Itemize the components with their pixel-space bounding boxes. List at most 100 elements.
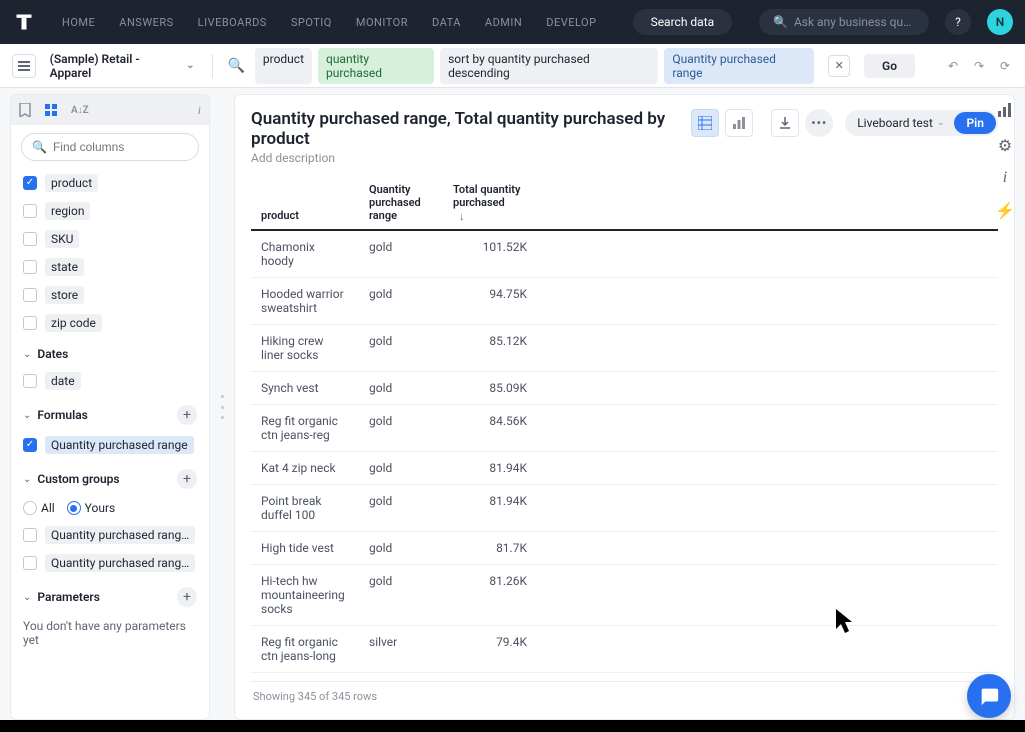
radio-yours[interactable]: Yours	[67, 501, 116, 515]
search-data-button[interactable]: Search data	[633, 9, 733, 35]
table-row[interactable]: Synch vestgold85.09K	[251, 371, 998, 404]
section-custom-groups[interactable]: ⌄ Custom groups +	[21, 459, 199, 495]
search-pill[interactable]: sort by quantity purchased descending	[440, 48, 658, 84]
column-item[interactable]: Quantity purchased rang…	[21, 549, 199, 577]
table-row[interactable]: Relax fit organic ctn jeans-regsilver79.…	[251, 672, 998, 682]
table-row[interactable]: Chamonix hoodygold101.52K	[251, 230, 998, 278]
nav-link-home[interactable]: HOME	[52, 10, 105, 35]
table-row[interactable]: Reg fit organic ctn jeans-longsilver79.4…	[251, 625, 998, 672]
chat-button[interactable]	[967, 674, 1011, 718]
nav-link-liveboards[interactable]: LIVEBOARDS	[188, 10, 277, 35]
nav-link-admin[interactable]: ADMIN	[475, 10, 532, 35]
column-item[interactable]: store	[21, 281, 199, 309]
search-pill[interactable]: quantity purchased	[318, 48, 434, 84]
clear-search-button[interactable]: ✕	[828, 55, 850, 77]
nav-link-data[interactable]: DATA	[422, 10, 471, 35]
spotiq-icon[interactable]: ⚡	[995, 201, 1015, 220]
col-header-range[interactable]: Quantity purchased range	[359, 177, 443, 230]
table-row[interactable]: Hooded warrior sweatshirtgold94.75K	[251, 277, 998, 324]
avatar[interactable]: N	[987, 9, 1013, 35]
table-row[interactable]: Kat 4 zip neckgold81.94K	[251, 451, 998, 484]
checkbox[interactable]	[23, 260, 37, 274]
answer-title[interactable]: Quantity purchased range, Total quantity…	[251, 109, 691, 149]
answer-description[interactable]: Add description	[251, 151, 691, 165]
checkbox[interactable]	[23, 556, 37, 570]
find-columns-field[interactable]	[53, 140, 188, 154]
checkbox[interactable]	[23, 438, 37, 452]
app-logo-icon[interactable]	[12, 10, 36, 34]
panel-resizer[interactable]	[218, 94, 226, 720]
column-item[interactable]: zip code	[21, 309, 199, 337]
table-row[interactable]: Hiking crew liner socksgold85.12K	[251, 324, 998, 371]
grid-view-icon[interactable]	[45, 104, 57, 116]
nav-link-develop[interactable]: DEVELOP	[536, 10, 606, 35]
cell-product: Synch vest	[251, 371, 359, 404]
find-columns-input[interactable]: 🔍	[21, 133, 199, 161]
column-item[interactable]: SKU	[21, 225, 199, 253]
download-button[interactable]	[771, 109, 799, 137]
column-item[interactable]: product	[21, 169, 199, 197]
table-view-button[interactable]	[691, 109, 719, 137]
left-panel-tabs: A↓Z i	[11, 95, 209, 125]
ask-business-input[interactable]: 🔍 Ask any business qu…	[759, 9, 929, 35]
insights-icon[interactable]	[997, 102, 1013, 122]
go-button[interactable]: Go	[864, 54, 915, 78]
section-parameters[interactable]: ⌄ Parameters +	[21, 577, 199, 613]
info-icon[interactable]: i	[198, 103, 201, 118]
table-row[interactable]: Hi-tech hw mountaineering socksgold81.26…	[251, 564, 998, 625]
table-footer: Showing 345 of 345 rows	[251, 682, 998, 711]
column-item[interactable]: Quantity purchased rang…	[21, 521, 199, 549]
column-item[interactable]: region	[21, 197, 199, 225]
nav-links: HOMEANSWERSLIVEBOARDSSPOTIQMONITORDATAAD…	[52, 10, 607, 35]
section-title: Parameters	[37, 590, 171, 604]
table-row[interactable]: High tide vestgold81.7K	[251, 531, 998, 564]
add-parameter-button[interactable]: +	[177, 587, 197, 607]
history-buttons: ↶ ↷ ⟳	[945, 58, 1013, 74]
chart-view-button[interactable]	[725, 109, 753, 137]
search-pill[interactable]: Quantity purchased range	[664, 48, 814, 84]
checkbox[interactable]	[23, 176, 37, 190]
cell-product: Chamonix hoody	[251, 230, 359, 278]
nav-link-spotiq[interactable]: SPOTIQ	[281, 10, 342, 35]
radio-all[interactable]: All	[23, 501, 55, 515]
undo-icon[interactable]: ↶	[945, 58, 961, 74]
search-pill[interactable]: product	[255, 48, 312, 84]
checkbox[interactable]	[23, 232, 37, 246]
add-formula-button[interactable]: +	[177, 405, 197, 425]
section-dates[interactable]: ⌄ Dates	[21, 337, 199, 367]
bookmark-icon[interactable]	[19, 103, 31, 117]
table-row[interactable]: Reg fit organic ctn jeans-reggold84.56K	[251, 404, 998, 451]
liveboard-selector[interactable]: Liveboard test ⌄	[847, 112, 954, 134]
checkbox[interactable]	[23, 374, 37, 388]
redo-icon[interactable]: ↷	[971, 58, 987, 74]
col-header-total[interactable]: Total quantity purchased↓	[443, 177, 537, 230]
column-item[interactable]: date	[21, 367, 199, 395]
column-label: Quantity purchased range	[45, 436, 194, 454]
search-bar: (Sample) Retail - Apparel ⌄ 🔍 productqua…	[0, 44, 1025, 88]
column-item[interactable]: Quantity purchased range	[21, 431, 199, 459]
sort-az-icon[interactable]: A↓Z	[71, 105, 89, 116]
table-row[interactable]: Point break duffel 100gold81.94K	[251, 484, 998, 531]
menu-icon[interactable]	[12, 54, 36, 78]
data-source-selector[interactable]: (Sample) Retail - Apparel ⌄	[44, 52, 201, 80]
col-header-product[interactable]: product	[251, 177, 359, 230]
nav-link-monitor[interactable]: MONITOR	[346, 10, 418, 35]
section-formulas[interactable]: ⌄ Formulas +	[21, 395, 199, 431]
info-icon[interactable]: i	[1003, 169, 1007, 187]
checkbox[interactable]	[23, 528, 37, 542]
add-custom-group-button[interactable]: +	[177, 469, 197, 489]
results-table-wrapper[interactable]: product Quantity purchased range Total q…	[251, 177, 998, 682]
nav-link-answers[interactable]: ANSWERS	[109, 10, 183, 35]
column-item[interactable]: state	[21, 253, 199, 281]
more-options-button[interactable]: •••	[805, 109, 833, 137]
refresh-icon[interactable]: ⟳	[997, 58, 1013, 74]
checkbox[interactable]	[23, 316, 37, 330]
checkbox[interactable]	[23, 204, 37, 218]
checkbox[interactable]	[23, 288, 37, 302]
column-label: region	[45, 202, 90, 220]
help-button[interactable]: ?	[945, 9, 971, 35]
cell-product: Kat 4 zip neck	[251, 451, 359, 484]
settings-icon[interactable]: ⚙	[998, 136, 1012, 155]
search-pills[interactable]: productquantity purchasedsort by quantit…	[255, 48, 814, 84]
cell-total: 81.94K	[443, 451, 537, 484]
